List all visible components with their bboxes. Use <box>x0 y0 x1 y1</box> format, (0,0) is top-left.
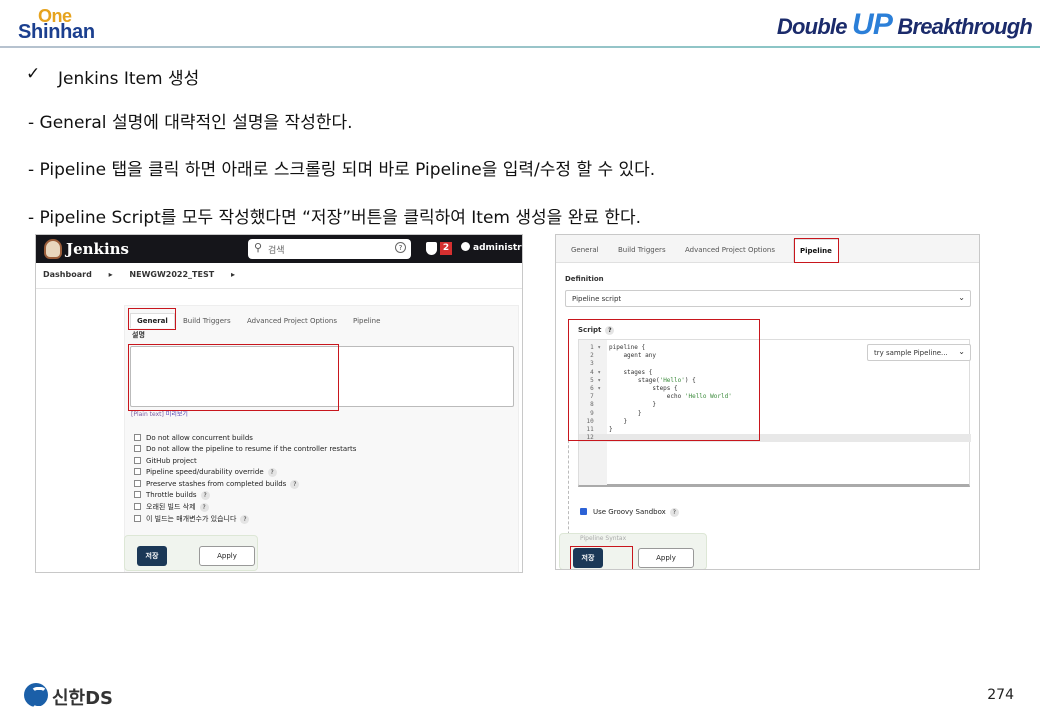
page-number: 274 <box>987 687 1014 703</box>
definition-select[interactable]: Pipeline script ⌄ <box>565 290 971 307</box>
checkbox[interactable] <box>134 479 141 487</box>
apply-button[interactable]: Apply <box>638 548 694 568</box>
list-item[interactable]: 이 빌드는 매개변수가 있습니다? <box>134 514 356 525</box>
option-label: 오래된 빌드 삭제 <box>146 503 196 512</box>
option-label: Do not allow the pipeline to resume if t… <box>146 445 357 454</box>
check-icon: ✓ <box>26 64 41 84</box>
checkbox[interactable] <box>134 434 141 441</box>
bullet-line: - Pipeline Script를 모두 작성했다면 “저장”버튼을 클릭하여… <box>28 208 642 228</box>
highlight-pipeline-tab <box>794 238 839 263</box>
help-icon[interactable]: ? <box>267 468 277 478</box>
tab-pipeline[interactable]: Pipeline <box>353 317 380 325</box>
breadcrumb-job[interactable]: NEWGW2022_TEST <box>129 270 214 279</box>
search-icon: ⚲ <box>254 241 263 254</box>
list-item[interactable]: Pipeline speed/durability override? <box>134 468 356 479</box>
sample-pipeline-value: try sample Pipeline... <box>874 349 948 357</box>
option-label: GitHub project <box>146 456 197 465</box>
jenkins-butler-icon <box>44 239 62 259</box>
checkbox[interactable] <box>134 490 141 498</box>
search-input[interactable]: ⚲ 검색 ? <box>248 239 411 259</box>
highlight-general-tab <box>128 308 176 330</box>
tab-general[interactable]: General <box>571 246 599 254</box>
checkbox[interactable] <box>134 445 141 453</box>
breadcrumb: Dashboard ▸ NEWGW2022_TEST ▸ <box>43 270 249 279</box>
logo-breakthrough: Breakthrough <box>897 14 1032 39</box>
search-placeholder: 검색 <box>268 246 285 256</box>
chevron-down-icon: ⌄ <box>958 347 965 356</box>
logo-up: UP <box>851 8 893 41</box>
tab-advanced-project-options[interactable]: Advanced Project Options <box>685 246 775 254</box>
list-item[interactable]: GitHub project <box>134 456 356 468</box>
notification-badge[interactable]: 2 <box>440 242 452 255</box>
breadcrumb-separator: ▸ <box>108 270 113 279</box>
apply-button[interactable]: Apply <box>199 546 255 566</box>
help-icon[interactable]: ? <box>200 490 210 500</box>
shinhan-mark-icon <box>24 683 48 709</box>
checkbox-checked[interactable] <box>580 508 587 515</box>
chevron-down-icon: ⌄ <box>958 293 965 302</box>
tab-advanced-project-options[interactable]: Advanced Project Options <box>247 317 337 325</box>
list-item[interactable]: 오래된 빌드 삭제? <box>134 502 356 513</box>
shield-icon[interactable] <box>426 242 437 255</box>
highlight-script <box>568 319 760 441</box>
preview-link[interactable]: 미리보기 <box>166 411 188 418</box>
highlight-save-button <box>570 546 633 569</box>
sample-pipeline-select[interactable]: try sample Pipeline... ⌄ <box>867 344 971 361</box>
jenkins-general-screenshot: Jenkins ⚲ 검색 ? 2 administrat Dashboard ▸… <box>35 234 523 573</box>
definition-value: Pipeline script <box>572 295 622 303</box>
help-icon[interactable]: ? <box>395 242 406 253</box>
description-label: 설명 <box>132 331 145 339</box>
definition-label: Definition <box>565 275 604 283</box>
user-name: administrat <box>473 243 522 253</box>
tab-build-triggers[interactable]: Build Triggers <box>183 317 231 325</box>
breadcrumb-separator: ▸ <box>230 270 235 279</box>
option-label: Throttle builds <box>146 490 197 499</box>
help-icon[interactable]: ? <box>290 479 300 489</box>
checkbox[interactable] <box>134 514 141 522</box>
save-button[interactable]: 저장 <box>137 546 167 566</box>
divider <box>36 288 522 289</box>
jenkins-header: Jenkins ⚲ 검색 ? 2 administrat <box>36 235 522 263</box>
breadcrumb-dashboard[interactable]: Dashboard <box>43 270 92 279</box>
user-menu[interactable]: administrat <box>461 242 522 253</box>
bullet-line: - General 설명에 대략적인 설명을 작성한다. <box>28 113 353 133</box>
jenkins-pipeline-screenshot: General Build Triggers Advanced Project … <box>555 234 980 570</box>
checkbox[interactable] <box>134 468 141 476</box>
help-icon[interactable]: ? <box>199 503 209 513</box>
list-item[interactable]: Do not allow concurrent builds <box>134 434 356 445</box>
user-icon <box>461 242 470 251</box>
double-up-logo: Double UP Breakthrough <box>776 8 1033 42</box>
slide-title: Jenkins Item 생성 <box>58 69 200 89</box>
option-label: 이 빌드는 매개변수가 있습니다 <box>146 514 237 523</box>
tab-build-triggers[interactable]: Build Triggers <box>618 246 666 254</box>
help-icon[interactable]: ? <box>669 508 679 517</box>
brand-name: 신한DS <box>52 688 114 709</box>
config-tabs: General Build Triggers Advanced Project … <box>556 235 979 263</box>
list-item[interactable]: Do not allow the pipeline to resume if t… <box>134 445 356 456</box>
jenkins-title[interactable]: Jenkins <box>66 240 129 258</box>
sandbox-label: Use Groovy Sandbox <box>593 508 666 516</box>
groovy-sandbox-option[interactable]: Use Groovy Sandbox? <box>580 508 679 517</box>
logo-double: Double <box>776 14 848 39</box>
list-item[interactable]: Throttle builds? <box>134 490 356 502</box>
checkbox[interactable] <box>134 456 141 464</box>
help-icon[interactable]: ? <box>240 514 250 524</box>
logo-shinhan: Shinhan <box>18 21 95 43</box>
checkbox[interactable] <box>134 503 141 511</box>
pipeline-syntax-link[interactable]: Pipeline Syntax <box>580 535 626 542</box>
bullet-line: - Pipeline 탭을 클릭 하면 아래로 스크롤링 되며 바로 Pipel… <box>28 160 656 180</box>
header-divider <box>0 46 1040 48</box>
list-item[interactable]: Preserve stashes from completed builds? <box>134 479 356 491</box>
option-label: Preserve stashes from completed builds <box>146 479 287 488</box>
options-list: Do not allow concurrent builds Do not al… <box>134 434 356 525</box>
plain-text-label: [Plain text] <box>131 411 164 418</box>
option-label: Pipeline speed/durability override <box>146 468 264 477</box>
option-label: Do not allow concurrent builds <box>146 434 253 442</box>
highlight-description <box>128 344 339 411</box>
